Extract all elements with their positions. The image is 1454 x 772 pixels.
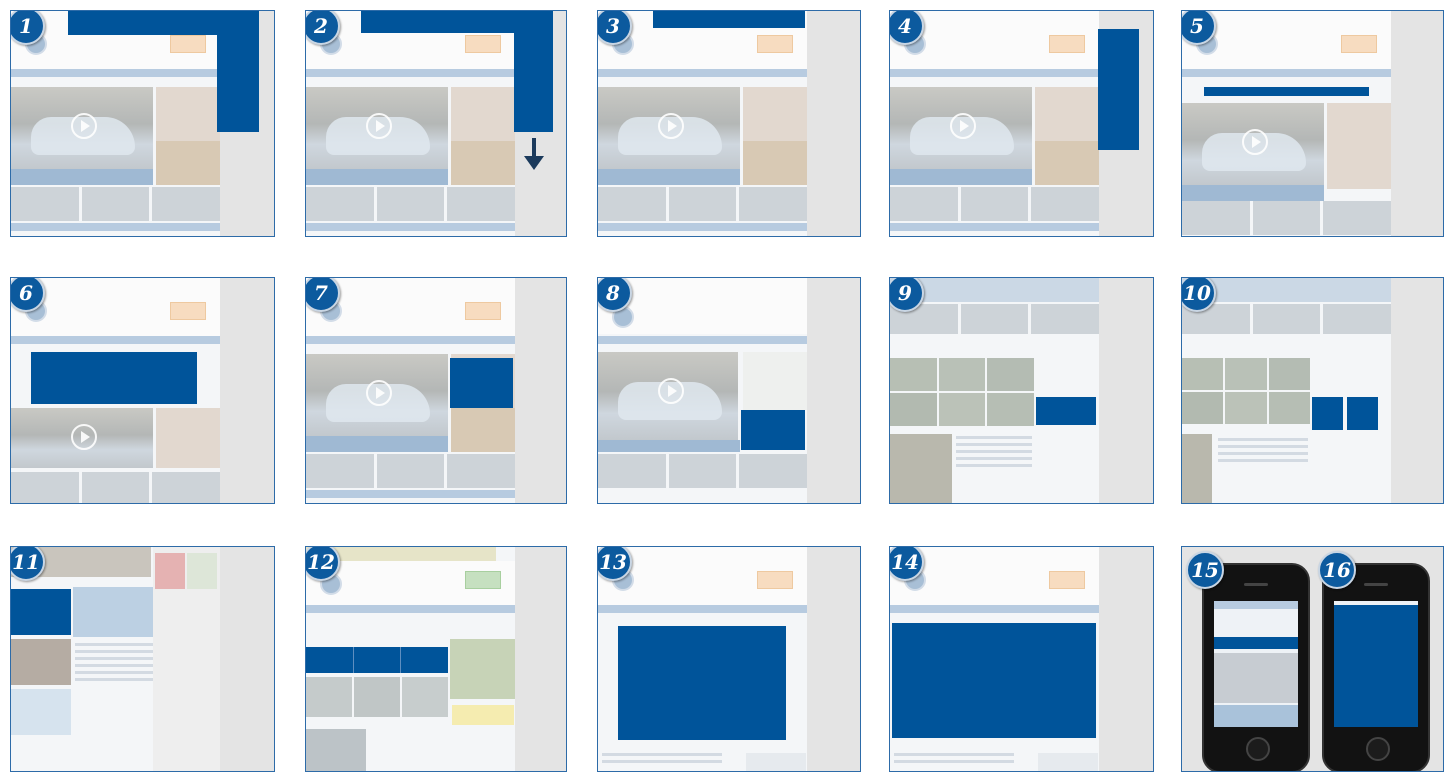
ad-block	[1312, 397, 1343, 430]
page-thumbnail	[11, 11, 220, 236]
tile-9: 9	[889, 277, 1154, 504]
tile-10: 10	[1181, 277, 1444, 504]
tile-6: 6	[10, 277, 275, 504]
ad-block	[1347, 397, 1378, 430]
page-thumbnail	[598, 11, 807, 236]
ad-block	[514, 11, 553, 132]
tile-8: 8	[597, 277, 861, 504]
ad-block	[1098, 29, 1139, 150]
teaser-row	[11, 187, 220, 221]
play-icon	[71, 113, 97, 139]
play-icon	[1242, 129, 1268, 155]
ad-block	[11, 589, 71, 635]
tile-3: 3	[597, 10, 861, 237]
hero-image	[11, 87, 153, 169]
ad-block	[741, 410, 805, 450]
tile-4: 4	[889, 10, 1154, 237]
tile-5: 5	[1181, 10, 1444, 237]
arrow-down-icon	[524, 138, 544, 170]
play-icon	[366, 113, 392, 139]
play-icon	[366, 380, 392, 406]
ad-block	[306, 647, 448, 673]
play-icon	[71, 424, 97, 450]
tile-12: 12	[305, 546, 567, 772]
ad-block	[68, 11, 217, 35]
tile-number-badge: 15	[1186, 551, 1224, 589]
ad-block	[1334, 605, 1418, 727]
tile-11: 11	[10, 546, 275, 772]
nav-bar	[11, 69, 220, 77]
phone-screen	[1214, 601, 1298, 727]
page-thumbnail	[11, 547, 220, 771]
play-icon	[950, 113, 976, 139]
tile-1: 1	[10, 10, 275, 237]
tile-13: 13	[597, 546, 861, 772]
page-thumbnail	[598, 278, 807, 503]
ad-block	[1036, 397, 1096, 425]
ad-block	[618, 626, 786, 740]
page-thumbnail	[1182, 278, 1391, 503]
tile-7: 7	[305, 277, 567, 504]
page-thumbnail	[1182, 11, 1391, 236]
page-thumbnail	[890, 278, 1099, 503]
tile-2: 2	[305, 10, 567, 237]
ad-block	[653, 11, 805, 28]
ad-block	[450, 358, 513, 408]
phone-screen	[1334, 601, 1418, 727]
ad-block	[1204, 87, 1369, 96]
smartphone	[1202, 563, 1310, 771]
smartphone	[1322, 563, 1430, 771]
header-ad	[170, 35, 206, 53]
ad-block	[31, 352, 197, 404]
ad-block	[217, 11, 259, 132]
play-icon	[658, 113, 684, 139]
play-icon	[658, 378, 684, 404]
ad-block	[892, 623, 1096, 738]
page-thumbnail	[306, 11, 515, 236]
tile-number-badge: 16	[1318, 551, 1356, 589]
tile-14: 14	[889, 546, 1154, 772]
page-thumbnail	[890, 11, 1099, 236]
tile-15-16: 15 16	[1181, 546, 1444, 772]
hero-caption	[11, 169, 153, 185]
